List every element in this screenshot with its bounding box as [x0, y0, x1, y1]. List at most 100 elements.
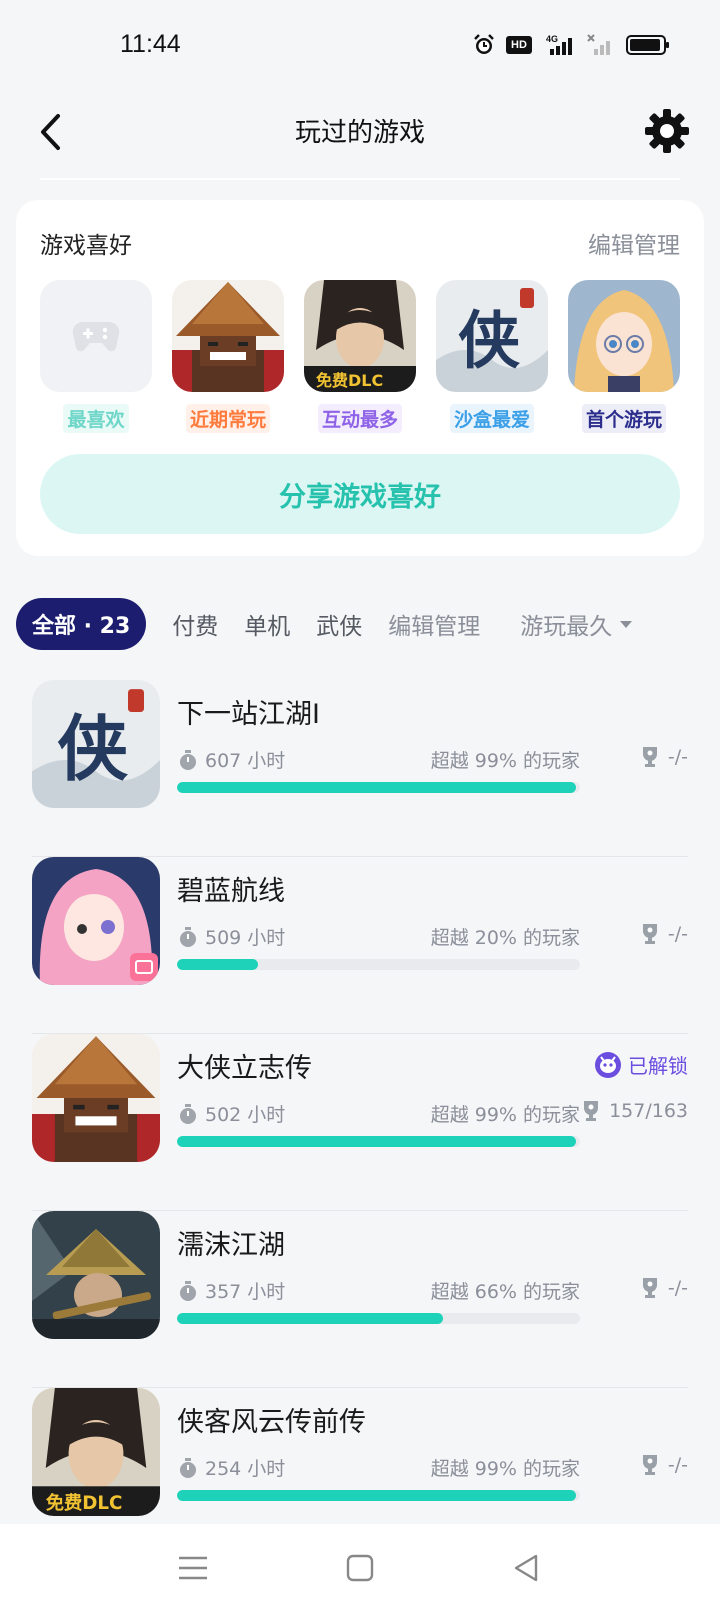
preference-edit-link[interactable]: 编辑管理	[588, 226, 680, 260]
progress-bar	[177, 1136, 580, 1147]
sort-label: 游玩最久	[520, 614, 613, 640]
progress-fill	[177, 782, 576, 793]
gamepad-placeholder-icon	[40, 280, 152, 392]
preference-title: 游戏喜好	[40, 233, 132, 259]
pref-label: 最喜欢	[63, 404, 129, 433]
header: 玩过的游戏	[0, 90, 720, 170]
progress-bar	[177, 782, 580, 793]
tab-all-label: 全部 · 23	[32, 614, 131, 639]
game-icon-rmjh	[32, 1211, 160, 1339]
game-icon-xyzjh: 侠	[436, 280, 548, 392]
beat-text: 超越 99% 的玩家	[430, 1104, 580, 1126]
trophy-count: 157/163	[581, 1100, 688, 1122]
stopwatch-icon	[180, 749, 196, 770]
beat-text: 超越 99% 的玩家	[430, 750, 580, 772]
game-row[interactable]: 大侠立志传 已解锁 502 小时 超越 99% 的玩家 157/163	[32, 1034, 688, 1211]
svg-text:侠: 侠	[57, 707, 128, 791]
svg-text:侠: 侠	[458, 304, 521, 377]
pref-item-interaction[interactable]: 免费DLC 互动最多	[304, 280, 416, 433]
trophy-icon	[642, 747, 657, 767]
pref-item-recent[interactable]: 近期常玩	[172, 280, 284, 433]
progress-fill	[177, 1490, 576, 1501]
game-icon-xyzjh: 侠	[32, 680, 160, 808]
game-row[interactable]: 濡沫江湖 357 小时 超越 66% 的玩家 -/-	[32, 1211, 688, 1388]
trophy-icon	[642, 1455, 657, 1475]
svg-text:免费DLC: 免费DLC	[316, 371, 383, 390]
hours-text: 357 小时	[205, 1281, 286, 1303]
hours-text: 254 小时	[205, 1458, 286, 1480]
game-row[interactable]: 侠 下一站江湖Ⅰ 607 小时 超越 99% 的玩家 -/-	[32, 680, 688, 857]
menu-icon[interactable]	[175, 1550, 211, 1586]
alarm-icon	[474, 34, 494, 54]
stopwatch-icon	[180, 1103, 196, 1124]
pref-item-favorite[interactable]: 最喜欢	[40, 280, 152, 433]
progress-fill	[177, 1313, 443, 1324]
tab-paid[interactable]: 付费	[172, 607, 218, 641]
game-icon-blhx	[32, 857, 160, 985]
system-nav-bar	[0, 1524, 720, 1612]
chevron-down-icon	[620, 620, 633, 628]
status-bar: 11:44 HD 4G	[0, 0, 720, 90]
game-icon-xkfyzqz: 免费DLC	[32, 1388, 160, 1516]
tab-all[interactable]: 全部 · 23	[16, 598, 147, 650]
home-icon[interactable]	[342, 1550, 378, 1586]
share-preferences-button[interactable]: 分享游戏喜好	[40, 454, 680, 534]
beat-text: 超越 99% 的玩家	[430, 1458, 580, 1480]
sort-dropdown[interactable]: 游玩最久	[520, 607, 633, 641]
play-time: 509 小时	[177, 923, 285, 950]
game-name: 下一站江湖Ⅰ	[177, 699, 320, 730]
pref-item-first[interactable]: 首个游玩	[568, 280, 680, 433]
unlock-badge[interactable]: 已解锁	[594, 1050, 688, 1079]
tab-edit-manage[interactable]: 编辑管理	[388, 607, 480, 641]
page-title: 玩过的游戏	[294, 118, 425, 148]
progress-fill	[177, 959, 258, 970]
game-name: 碧蓝航线	[177, 876, 285, 907]
svg-text:免费DLC: 免费DLC	[46, 1492, 123, 1514]
trophy-count: -/-	[640, 1277, 688, 1299]
game-icon-xkfyzqz: 免费DLC	[304, 280, 416, 392]
progress-bar	[177, 1313, 580, 1324]
pref-item-sandbox[interactable]: 侠 沙盒最爱	[436, 280, 548, 433]
game-row[interactable]: 碧蓝航线 509 小时 超越 20% 的玩家 -/-	[32, 857, 688, 1034]
stopwatch-icon	[180, 1280, 196, 1301]
play-time: 607 小时	[177, 746, 285, 773]
trophy-text: 157/163	[609, 1100, 688, 1122]
play-time: 502 小时	[177, 1100, 285, 1127]
unlock-text: 已解锁	[628, 1054, 688, 1078]
hours-text: 509 小时	[205, 927, 286, 949]
trophy-count: -/-	[640, 923, 688, 945]
trophy-text: -/-	[667, 923, 688, 945]
battery-icon	[626, 35, 669, 55]
pref-label: 首个游玩	[581, 404, 666, 433]
trophy-text: -/-	[667, 1454, 688, 1476]
signal-4g-icon: 4G	[546, 34, 572, 55]
game-icon-dxlzz	[172, 280, 284, 392]
game-name: 侠客风云传前传	[177, 1407, 366, 1438]
back-triangle-icon[interactable]	[508, 1550, 544, 1586]
hours-text: 607 小时	[205, 750, 286, 772]
hours-text: 502 小时	[205, 1104, 286, 1126]
pref-label: 沙盒最爱	[449, 404, 534, 433]
game-icon-dxlzz	[32, 1034, 160, 1162]
game-list: 侠 下一站江湖Ⅰ 607 小时 超越 99% 的玩家 -/- 碧蓝航线 509 …	[32, 680, 688, 1565]
status-icons: HD 4G	[472, 30, 670, 60]
trophy-icon	[642, 1278, 657, 1298]
progress-bar	[177, 959, 580, 970]
progress-bar	[177, 1490, 580, 1501]
pref-label: 近期常玩	[185, 404, 270, 433]
stopwatch-icon	[180, 1457, 196, 1478]
trophy-count: -/-	[640, 746, 688, 768]
preference-card: 游戏喜好 编辑管理 最喜欢 近期常玩 免费DLC 互动最多 侠 沙盒最爱 首个游…	[16, 200, 704, 556]
unlock-mascot-icon	[595, 1051, 621, 1078]
play-time: 254 小时	[177, 1454, 285, 1481]
pref-label: 互动最多	[317, 404, 402, 433]
gear-icon[interactable]	[644, 108, 690, 154]
trophy-text: -/-	[667, 1277, 688, 1299]
preference-items: 最喜欢 近期常玩 免费DLC 互动最多 侠 沙盒最爱 首个游玩	[40, 280, 680, 433]
tab-standalone[interactable]: 单机	[244, 607, 290, 641]
filter-tabs: 全部 · 23 付费 单机 武侠 编辑管理 游玩最久	[16, 596, 720, 652]
tab-wuxia[interactable]: 武侠	[316, 607, 362, 641]
header-divider	[40, 178, 680, 180]
game-name: 濡沫江湖	[177, 1230, 285, 1261]
trophy-icon	[584, 1101, 599, 1121]
